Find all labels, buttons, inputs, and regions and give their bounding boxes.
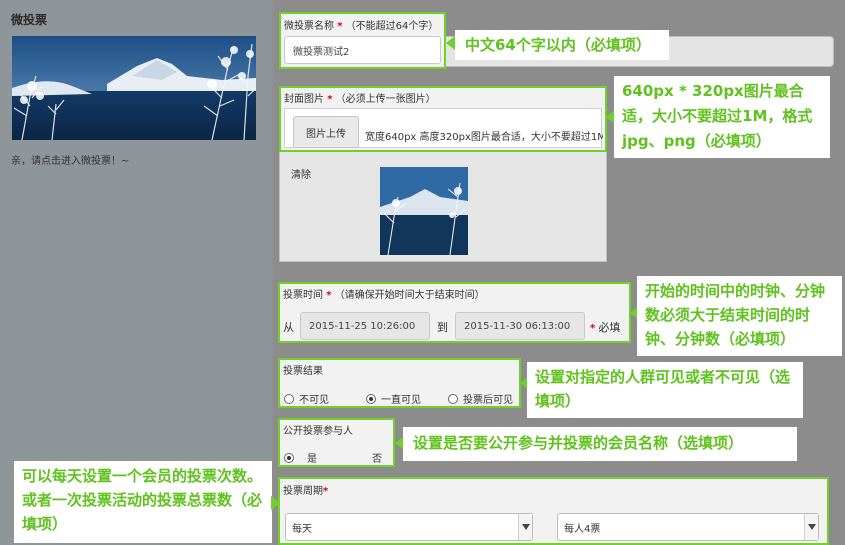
cover-label: 封面图片 (284, 94, 324, 105)
from-label: 从 (283, 321, 294, 334)
cover-size-hint: 宽度640px 高度320px图片最合适，大小不要超过1M (365, 132, 603, 143)
vote-result-option-hidden[interactable]: 不可见 (284, 391, 329, 406)
vote-time-label: 投票时间 (283, 290, 323, 301)
public-voters-label: 公开投票参与人 (283, 426, 353, 437)
required-indicator: * 必填 (590, 319, 620, 335)
public-voters-section: 公开投票参与人 是 否 (278, 418, 395, 467)
vote-cycle-label-row: 投票周期* (283, 482, 328, 497)
required-mark: * (327, 94, 333, 105)
upload-image-button[interactable]: 图片上传 (293, 116, 359, 148)
callout-cover: 640px * 320px图片最合适，大小不要超过1M，格式jpg、png（必填… (614, 76, 830, 158)
callout-cover-text: 640px * 320px图片最合适，大小不要超过1M，格式jpg、png（必填… (622, 82, 813, 150)
vote-result-option-after-vote[interactable]: 投票后可见 (448, 391, 513, 406)
callout-public: 设置是否要公开参与并投票的会员名称（选填项） (403, 427, 797, 461)
radio-icon (284, 393, 294, 404)
option-label: 一直可见 (381, 395, 421, 406)
callout-result: 设置对指定的人群可见或者不可见（选填项） (527, 362, 803, 418)
public-voters-option-yes[interactable]: 是 (284, 450, 317, 465)
callout-cycle-text: 可以每天设置一个会员的投票次数。或者一次投票活动的投票总票数（必填项） (22, 467, 263, 533)
vote-name-section: 微投票名称 * （不能超过64个字） 微投票测试2 (279, 12, 446, 69)
vote-name-label: 微投票名称 (284, 21, 334, 32)
to-label: 到 (437, 321, 448, 334)
callout-time-text: 开始的时间中的时钟、分钟数必须大于结束时间的时钟、分钟数（必填项） (645, 282, 826, 348)
vote-cycle-label: 投票周期 (283, 486, 323, 497)
callout-cycle: 可以每天设置一个会员的投票次数。或者一次投票活动的投票总票数（必填项） (14, 461, 272, 543)
radio-icon (448, 393, 458, 404)
vote-name-note: （不能超过64个字） (345, 21, 439, 32)
cover-section: 封面图片 * （必须上传一张图片） 图片上传 宽度640px 高度320px图片… (279, 86, 607, 152)
cover-thumbnail (380, 167, 468, 255)
vote-count-select[interactable]: 每人4票 (557, 513, 819, 541)
preview-title: 微投票 (11, 13, 48, 27)
vote-time-label-row: 投票时间 * （请确保开始时间大于结束时间） (283, 286, 485, 301)
callout-arrow (446, 36, 455, 50)
radio-checked-icon (366, 393, 376, 404)
start-time-value: 2015-11-25 10:26:00 (309, 320, 416, 332)
vote-name-label-row: 微投票名称 * （不能超过64个字） (284, 17, 438, 32)
option-label: 投票后可见 (463, 395, 513, 406)
callout-name: 中文64个字以内（必填项） (455, 30, 669, 60)
required-mark: * (323, 486, 329, 497)
vote-time-note: （请确保开始时间大于结束时间） (334, 290, 485, 301)
option-label: 不可见 (299, 395, 329, 406)
clear-link[interactable]: 清除 (291, 166, 311, 181)
option-label: 是 (307, 454, 317, 465)
callout-arrow (271, 496, 280, 510)
chevron-down-icon (804, 514, 818, 540)
public-voters-option-no[interactable]: 否 (372, 450, 382, 465)
vote-name-input[interactable]: 微投票测试2 (284, 36, 441, 64)
option-label: 否 (372, 454, 382, 465)
vote-count-value: 每人4票 (564, 523, 601, 535)
cover-note: （必须上传一张图片） (335, 94, 436, 105)
end-time-value: 2015-11-30 06:13:00 (464, 320, 571, 332)
callout-public-text: 设置是否要公开参与并投票的会员名称（选填项） (413, 434, 744, 452)
end-time-input[interactable]: 2015-11-30 06:13:00 (455, 312, 585, 340)
vote-result-section: 投票结果 不可见 一直可见 投票后可见 (278, 358, 521, 408)
required-mark: * (337, 21, 343, 32)
callout-time: 开始的时间中的时钟、分钟数必须大于结束时间的时钟、分钟数（必填项） (637, 276, 842, 356)
callout-result-text: 设置对指定的人群可见或者不可见（选填项） (535, 368, 791, 410)
chevron-down-icon (518, 514, 532, 540)
vote-result-label: 投票结果 (283, 366, 323, 377)
required-mark: * (590, 323, 596, 334)
vote-time-section: 投票时间 * （请确保开始时间大于结束时间） 从 2015-11-25 10:2… (278, 282, 631, 343)
vote-period-select[interactable]: 每天 (285, 513, 533, 541)
vote-name-value: 微投票测试2 (293, 46, 350, 58)
cover-preview-image (12, 36, 256, 140)
vote-result-option-always[interactable]: 一直可见 (366, 391, 421, 406)
radio-checked-icon (284, 452, 294, 463)
required-text: 必填 (598, 321, 621, 334)
callout-name-text: 中文64个字以内（必填项） (465, 36, 651, 54)
vote-cycle-section: 投票周期* 每天 每人4票 (278, 477, 829, 545)
preview-hint: 亲，请点击进入微投票！~ (11, 156, 130, 167)
required-mark: * (326, 290, 332, 301)
vote-period-value: 每天 (292, 523, 312, 535)
cover-label-row: 封面图片 * （必须上传一张图片） (284, 90, 436, 105)
start-time-input[interactable]: 2015-11-25 10:26:00 (300, 312, 430, 340)
